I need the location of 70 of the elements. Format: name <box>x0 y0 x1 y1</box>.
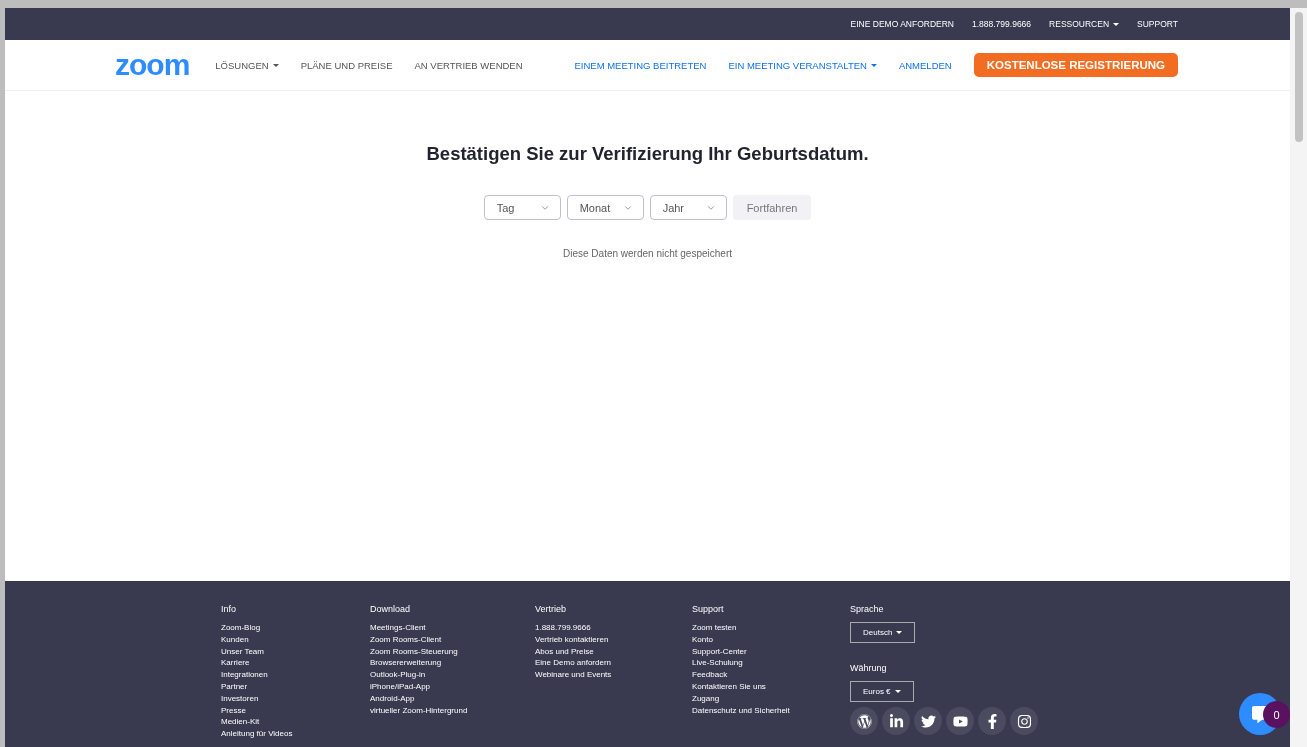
social-link[interactable] <box>882 707 910 735</box>
caret-icon <box>870 63 877 67</box>
footer-link[interactable]: Zoom Rooms-Client <box>370 633 535 646</box>
footer-heading: Download <box>370 604 412 614</box>
footer-link[interactable]: Zugang <box>692 692 850 705</box>
social-link[interactable] <box>850 707 878 735</box>
footer-link[interactable]: Zoom-Blog <box>221 622 370 634</box>
linkedin-icon <box>888 713 904 729</box>
page-title: Bestätigen Sie zur Verifizierung Ihr Geburtsdatum. <box>426 143 869 165</box>
footer-link[interactable]: iPhone/iPad-App <box>370 681 535 693</box>
footer-link[interactable]: Karriere <box>221 657 370 670</box>
footer-link[interactable]: Medien-Kit <box>221 716 370 729</box>
nav-link[interactable]: LÖSUNGEN <box>215 59 279 71</box>
nav-link[interactable]: SUPPORT <box>1137 19 1178 29</box>
footer-link[interactable]: 1.888.799.9666 <box>535 622 692 634</box>
footer-link[interactable]: Browsererweiterung <box>370 657 535 670</box>
footer-heading: Support <box>692 604 725 614</box>
footer-link[interactable]: virtueller Zoom-Hintergrund <box>370 704 535 717</box>
footer-link[interactable]: Abos und Preise <box>535 645 692 658</box>
footer-heading: Währung <box>850 663 888 673</box>
footer-link[interactable]: Vertrieb kontaktieren <box>535 633 692 646</box>
footer-heading: Info <box>221 604 237 614</box>
footer-link[interactable]: Datenschutz und Sicherheit <box>692 704 850 717</box>
caret-icon <box>1113 22 1120 26</box>
footer-link[interactable]: Live-Schulung <box>692 657 850 670</box>
camera-icon <box>1016 713 1032 729</box>
footer-link[interactable]: Konto <box>692 633 850 646</box>
footer-link[interactable]: Kunden <box>221 633 370 646</box>
footer-link[interactable]: Zoom testen <box>692 622 850 634</box>
footer-link[interactable]: Investoren <box>221 692 370 705</box>
footer-heading: Vertrieb <box>535 604 568 614</box>
privacy-note: Diese Daten werden nicht gespeichert <box>563 248 732 259</box>
scrollbar[interactable] <box>1290 8 1307 747</box>
caret-icon <box>272 63 279 67</box>
footer-link[interactable]: Anleitung für Videos <box>221 728 370 740</box>
footer-link[interactable]: Android-App <box>370 692 535 705</box>
footer-link[interactable]: Kontaktieren Sie uns <box>692 681 850 693</box>
footer-link[interactable]: Webinare und Events <box>535 669 692 681</box>
footer-link[interactable]: Feedback <box>692 669 850 681</box>
nav-link[interactable]: EINE DEMO ANFORDERN <box>850 19 954 29</box>
footer-link[interactable]: Zoom Rooms-Steuerung <box>370 645 535 658</box>
date-select[interactable]: Monat <box>566 195 644 220</box>
currency-dropdown[interactable]: Euros € <box>850 681 914 702</box>
nav-link[interactable]: EIN MEETING VERANSTALTEN <box>728 59 877 71</box>
footer-link[interactable]: Partner <box>221 681 370 693</box>
social-link[interactable] <box>946 707 974 735</box>
footer-link[interactable]: Eine Demo anfordern <box>535 657 692 670</box>
footer-heading: Sprache <box>850 604 885 614</box>
language-dropdown[interactable]: Deutsch <box>850 622 916 643</box>
nav-link[interactable]: PLÄNE UND PREISE <box>300 59 393 71</box>
nav-link[interactable]: 1.888.799.9666 <box>972 19 1032 29</box>
social-link[interactable] <box>914 707 942 735</box>
footer-link[interactable]: Unser Team <box>221 645 370 658</box>
social-link[interactable] <box>1010 707 1038 735</box>
nav-link[interactable]: RESSOURCEN <box>1049 19 1120 29</box>
nav-link[interactable]: AN VERTRIEB WENDEN <box>414 59 523 71</box>
nav-link[interactable]: EINEM MEETING BEITRETEN <box>574 59 707 71</box>
footer-link[interactable]: Meetings-Client <box>370 622 535 634</box>
wordpress-icon <box>856 713 872 729</box>
date-select[interactable]: Tag <box>483 195 561 220</box>
social-link[interactable] <box>978 707 1006 735</box>
nav-link[interactable]: ANMELDEN <box>898 59 952 71</box>
footer-link[interactable]: Integrationen <box>221 669 370 681</box>
caret-icon <box>896 631 903 634</box>
date-select[interactable]: Jahr <box>649 195 727 220</box>
footer-link[interactable]: Outlook-Plug-in <box>370 669 535 681</box>
bird-icon <box>920 713 936 729</box>
caret-icon <box>894 690 901 693</box>
footer-link[interactable]: Support-Center <box>692 645 850 658</box>
footer-link[interactable]: Presse <box>221 704 370 717</box>
